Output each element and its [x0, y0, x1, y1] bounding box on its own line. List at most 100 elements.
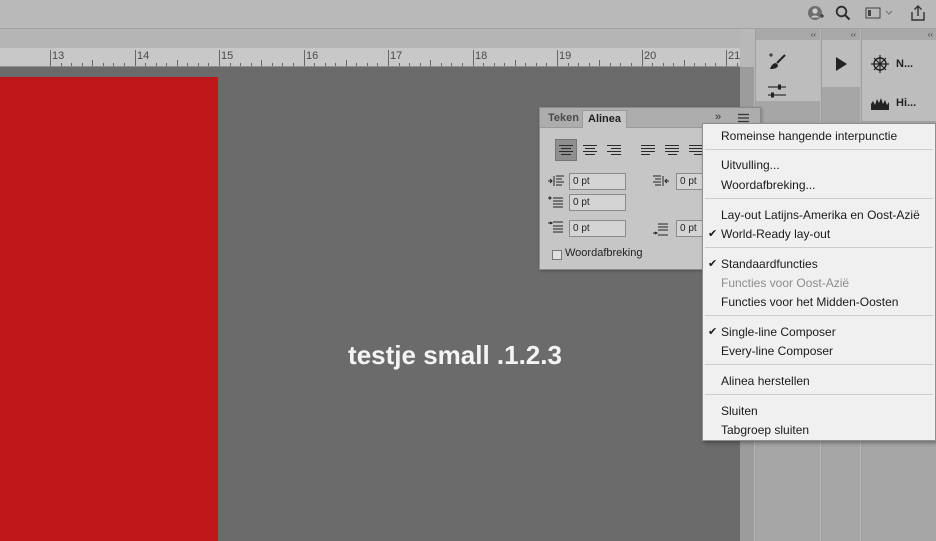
hyphenate-checkbox[interactable] [552, 250, 562, 260]
menu-item-world-ready-layout[interactable]: World-Ready lay-out [721, 227, 830, 241]
ruler-tick [356, 63, 358, 66]
ruler-tick [145, 63, 147, 66]
ruler-tick [546, 63, 548, 66]
menu-item-roman-hanging-punctuation[interactable]: Romeinse hangende interpunctie [721, 129, 897, 143]
ruler-tick [377, 63, 379, 66]
right-indent-icon [652, 174, 670, 188]
space-after-icon [652, 222, 670, 236]
ruler-tick [472, 50, 474, 66]
navigator-panel-button[interactable]: N... [870, 54, 913, 74]
menu-item-justification[interactable]: Uitvulling... [721, 158, 780, 172]
ruler-tick [155, 63, 157, 66]
menu-item-single-line-composer[interactable]: Single-line Composer [721, 325, 836, 339]
tab-alinea[interactable]: Alinea [582, 110, 628, 128]
collapse-icon[interactable]: ‹‹ [756, 29, 820, 40]
check-icon: ✔ [708, 326, 718, 338]
play-icon[interactable] [833, 56, 849, 75]
menu-separator [705, 198, 933, 199]
ruler-tick [683, 60, 685, 66]
ruler-tick [250, 63, 252, 66]
red-rectangle-shape[interactable] [0, 77, 218, 541]
menu-separator [705, 247, 933, 248]
navigator-icon [870, 54, 890, 74]
tab-teken[interactable]: Teken [543, 110, 584, 127]
ruler-tick [673, 63, 675, 66]
histogram-panel-button[interactable]: Hi... [870, 95, 916, 111]
space-before-field[interactable]: 0 pt [569, 220, 626, 237]
ruler-tick [229, 63, 231, 66]
ruler-number: 16 [306, 50, 319, 62]
ruler-tick [123, 63, 125, 66]
ruler-tick [567, 63, 569, 66]
justify-last-center-button[interactable] [661, 139, 683, 161]
ruler-tick [440, 63, 442, 66]
align-center-button[interactable] [579, 139, 601, 161]
menu-separator [705, 394, 933, 395]
paragraph-panel-menu: Romeinse hangende interpunctie Uitvullin… [702, 123, 936, 441]
ruler-tick [314, 63, 316, 66]
ruler-tick [715, 63, 717, 66]
ruler-tick [525, 63, 527, 66]
brush-icon[interactable] [766, 51, 788, 76]
ruler-tick [208, 63, 210, 66]
ruler-number: 17 [390, 50, 403, 62]
menu-item-close-tab-group[interactable]: Tabgroep sluiten [721, 423, 809, 437]
ruler-tick [430, 60, 432, 66]
left-indent-icon [547, 174, 565, 188]
ruler-tick [50, 50, 51, 66]
horizontal-ruler[interactable]: 13 14 15 16 17 18 19 20 21 [0, 48, 740, 67]
menu-item-hyphenation[interactable]: Woordafbreking... [721, 178, 816, 192]
ruler-tick [398, 63, 400, 66]
ruler-tick [113, 63, 115, 66]
space-before-icon [547, 221, 565, 235]
ruler-tick [282, 63, 284, 66]
ruler-tick [166, 63, 168, 66]
ruler-tick [578, 63, 580, 66]
navigator-label: N... [896, 58, 914, 70]
ruler-tick [324, 63, 326, 66]
ruler-tick [726, 50, 727, 66]
collapse-icon[interactable]: ‹‹ [862, 29, 936, 40]
ruler-tick [81, 63, 83, 66]
ruler-tick [388, 50, 389, 66]
ruler-tick [92, 60, 94, 66]
ruler-tick [419, 63, 421, 66]
canvas-text-layer[interactable]: testje small .1.2.3 [0, 340, 740, 371]
menu-item-close[interactable]: Sluiten [721, 404, 758, 418]
menu-item-middle-eastern-features[interactable]: Functies voor het Midden-Oosten [721, 295, 898, 309]
menu-item-reset-paragraph[interactable]: Alinea herstellen [721, 374, 810, 388]
first-line-indent-field[interactable]: 0 pt [569, 194, 626, 211]
histogram-label: Hi... [896, 97, 917, 109]
menu-item-every-line-composer[interactable]: Every-line Composer [721, 344, 833, 358]
ruler-tick [588, 63, 590, 66]
menu-item-east-asian-features: Functies voor Oost-Azië [721, 276, 850, 290]
ruler-tick [493, 63, 495, 66]
ruler-tick [504, 63, 506, 66]
menu-item-standard-features[interactable]: Standaardfuncties [721, 257, 818, 271]
left-indent-field[interactable]: 0 pt [569, 173, 626, 190]
menu-separator [705, 149, 933, 150]
ruler-tick [366, 63, 368, 66]
search-icon[interactable] [834, 4, 852, 22]
ruler-tick [535, 63, 537, 66]
menu-item-layout-latin-east-asia[interactable]: Lay-out Latijns-Amerika en Oost-Azië [721, 208, 920, 222]
account-icon[interactable] [806, 4, 826, 22]
ruler-number: 18 [475, 50, 488, 62]
panel-expand-icon[interactable]: » [715, 111, 721, 123]
ruler-tick [704, 63, 706, 66]
ruler-tick [557, 50, 558, 66]
ruler-tick [483, 63, 485, 66]
ruler-tick [303, 50, 305, 66]
ruler-tick [694, 63, 696, 66]
share-icon[interactable] [908, 4, 928, 22]
ruler-tick [662, 63, 664, 66]
ruler-tick [335, 63, 337, 66]
ruler-tick [219, 50, 220, 66]
align-left-button[interactable] [555, 139, 577, 161]
justify-last-left-button[interactable] [637, 139, 659, 161]
ruler-tick [240, 63, 242, 66]
collapse-icon[interactable]: ‹‹ [822, 29, 860, 40]
workspace-icon[interactable] [864, 4, 894, 22]
ruler-tick [187, 63, 189, 66]
align-right-button[interactable] [603, 139, 625, 161]
